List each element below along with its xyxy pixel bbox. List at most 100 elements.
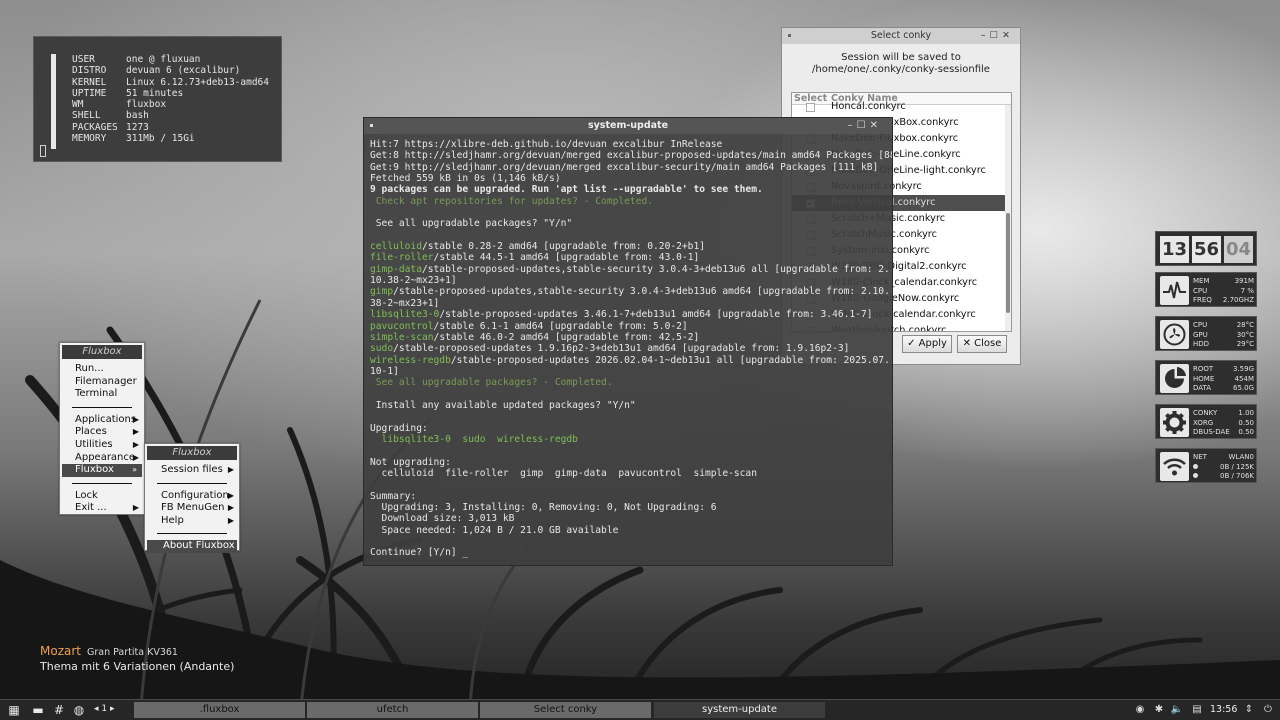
task-fluxbox[interactable]: .fluxbox xyxy=(134,702,305,718)
workspace-switcher[interactable]: ◂ 1 ▸ xyxy=(94,704,114,714)
widget-key: DATA xyxy=(1193,384,1212,392)
menu-item-places[interactable]: Places ▶ xyxy=(60,426,144,439)
widget-value: 0B / 706K xyxy=(1219,472,1254,480)
volume-icon[interactable]: 🔈 xyxy=(1170,703,1184,717)
music-conky: Mozart Gran Partita KV361 Thema mit 6 Var… xyxy=(40,644,234,673)
scrollbar-thumb[interactable] xyxy=(1006,213,1010,313)
window-title: Select conky xyxy=(870,30,932,41)
window-title: system-update xyxy=(587,120,669,131)
clock-seconds: 04 xyxy=(1224,236,1253,263)
power-icon[interactable]: ⏻ xyxy=(1261,703,1275,717)
terminal-line: simple-scan/stable 46.0-2 amd64 [upgrada… xyxy=(370,331,700,343)
list-scrollbar[interactable] xyxy=(1005,105,1011,331)
widget-key: XORG xyxy=(1193,418,1214,427)
conky-row[interactable]: Honcal.conkyrc xyxy=(792,99,1006,115)
widget-row: 0B / 125K xyxy=(1193,463,1254,473)
widget-value: 454M xyxy=(1234,374,1254,383)
window-menu-icon[interactable] xyxy=(370,124,373,127)
neofetch-value: 51 minutes xyxy=(126,87,184,99)
terminal-line: Upgrading: xyxy=(370,422,428,434)
gear-icon xyxy=(1160,408,1189,437)
conky-checkbox[interactable] xyxy=(806,103,815,112)
updown-arrows-icon[interactable]: ⇕ xyxy=(1242,703,1256,717)
window-menu-icon[interactable] xyxy=(788,34,791,37)
conky-name: Honcal.conkyrc xyxy=(831,101,906,112)
widget-value: 391M xyxy=(1234,277,1254,285)
widget-key: DBUS-DAE xyxy=(1193,428,1230,436)
music-composer: Mozart xyxy=(40,644,81,658)
terminal-line: pavucontrol/stable 6.1-1 amd64 [upgradab… xyxy=(370,320,688,332)
hash-icon[interactable]: # xyxy=(52,703,66,717)
widget-key: FREQ xyxy=(1193,296,1212,304)
widget-value: 28°C xyxy=(1236,321,1254,329)
menu-item-fluxbox[interactable]: Fluxbox» xyxy=(62,464,142,477)
session-note: Session will be saved to /home/one/.conk… xyxy=(782,52,1020,76)
menu-item-exit[interactable]: Exit ... ▶ xyxy=(60,502,144,515)
updates-icon[interactable]: ◉ xyxy=(1133,703,1147,717)
calendar-icon[interactable]: ▤ xyxy=(1190,703,1204,717)
menu-item-run[interactable]: Run... xyxy=(60,363,144,376)
submenu-arrow-icon: ▶ xyxy=(227,503,234,513)
menu-item-applications[interactable]: Applications ▶ xyxy=(60,414,144,427)
menu-title: Fluxbox xyxy=(62,345,142,359)
menu-item-appearance[interactable]: Appearance ▶ xyxy=(60,452,144,465)
widget-row: CPU 7 % xyxy=(1193,287,1254,297)
terminal-output[interactable]: Hit:7 https://xlibre-deb.github.io/devua… xyxy=(364,134,892,559)
submenu-arrow-icon: ▶ xyxy=(132,439,139,449)
widget-row: HOME 454M xyxy=(1193,375,1254,385)
task-system-update[interactable]: system-update xyxy=(654,702,825,718)
music-work: Gran Partita KV361 xyxy=(87,647,178,658)
window-controls[interactable]: –☐✕ xyxy=(981,28,1014,44)
terminal-line: 10-1] xyxy=(370,365,399,377)
close-button[interactable]: ✕ Close xyxy=(957,335,1007,353)
menu-item-configuration[interactable]: Configuration ▶ xyxy=(145,490,239,503)
neofetch-bar xyxy=(51,54,56,149)
neofetch-value: 1273 xyxy=(126,121,149,133)
window-titlebar[interactable]: system-update –☐✕ xyxy=(364,118,892,134)
folder-icon[interactable]: ▬ xyxy=(31,703,45,717)
widget-row: MEM 391M xyxy=(1193,277,1254,287)
widget-row: ROOT 3.59G xyxy=(1193,365,1254,375)
neofetch-key: WM xyxy=(72,99,84,111)
widget-row: DATA 65.0G xyxy=(1193,384,1254,394)
terminal-line: libsqlite3-0/stable-proposed-updates 3.4… xyxy=(370,309,873,321)
clock-hours: 13 xyxy=(1160,236,1189,263)
widget-value: WLAN0 xyxy=(1228,453,1254,461)
menu-item-lock[interactable]: Lock xyxy=(60,490,144,503)
neofetch-rows: USER one @ fluxuan DISTRO devuan 6 (excalib… xyxy=(72,54,269,144)
widget-key: CPU xyxy=(1193,321,1208,329)
menu-separator xyxy=(72,406,132,408)
neofetch-row: KERNEL Linux 6.12.73+deb13-amd64 xyxy=(72,77,269,88)
widget-row: DBUS-DAE 0.50 xyxy=(1193,428,1254,438)
task-ufetch[interactable]: ufetch xyxy=(307,702,478,718)
menu-item-filemanager[interactable]: Filemanager xyxy=(60,376,144,389)
widget-row: CPU 28°C xyxy=(1193,321,1254,331)
apply-button[interactable]: ✓ Apply xyxy=(902,335,952,353)
terminal-line: Install any available updated packages? … xyxy=(370,399,636,411)
submenu-arrow-icon: » xyxy=(132,465,137,475)
widget-row: GPU 30°C xyxy=(1193,331,1254,341)
terminal-window: system-update –☐✕ Hit:7 https://xlibre-d… xyxy=(363,117,893,566)
terminal-line: sudo/stable-proposed-updates 1.9.16p2-3+… xyxy=(370,343,850,355)
widget-rows: ROOT 3.59G HOME 454M DATA 65.0G xyxy=(1193,365,1254,394)
menu-item-terminal[interactable]: Terminal xyxy=(60,388,144,401)
menu-item-help[interactable]: Help ▶ xyxy=(145,515,239,528)
window-titlebar[interactable]: Select conky –☐✕ xyxy=(782,28,1020,44)
widget-row: XORG 0.50 xyxy=(1193,419,1254,429)
compass-icon[interactable]: ◍ xyxy=(72,703,86,717)
network-tray-icon[interactable]: ✱ xyxy=(1152,703,1166,717)
window-controls[interactable]: –☐✕ xyxy=(848,118,882,134)
widget-value: 3.59G xyxy=(1232,365,1254,373)
fluxbox-submenu: Fluxbox Session files ▶ Configuration ▶ FB… xyxy=(144,443,240,553)
widget-rows: CPU 28°C GPU 30°C HDD 29°C xyxy=(1193,321,1254,350)
menu-item-utilities[interactable]: Utilities ▶ xyxy=(60,439,144,452)
apps-grid-icon[interactable]: ▦ xyxy=(7,703,21,717)
menu-item-session-files[interactable]: Session files ▶ xyxy=(145,464,239,477)
menu-item-about-fluxbox[interactable]: About Fluxbox xyxy=(147,540,237,553)
menu-item-fb-menugen[interactable]: FB MenuGen ▶ xyxy=(145,502,239,515)
terminal-line: Download size: 3,013 kB xyxy=(370,513,515,525)
task-select-conky[interactable]: Select conky xyxy=(480,702,651,718)
taskbar-clock[interactable]: 13:56 xyxy=(1210,704,1237,715)
